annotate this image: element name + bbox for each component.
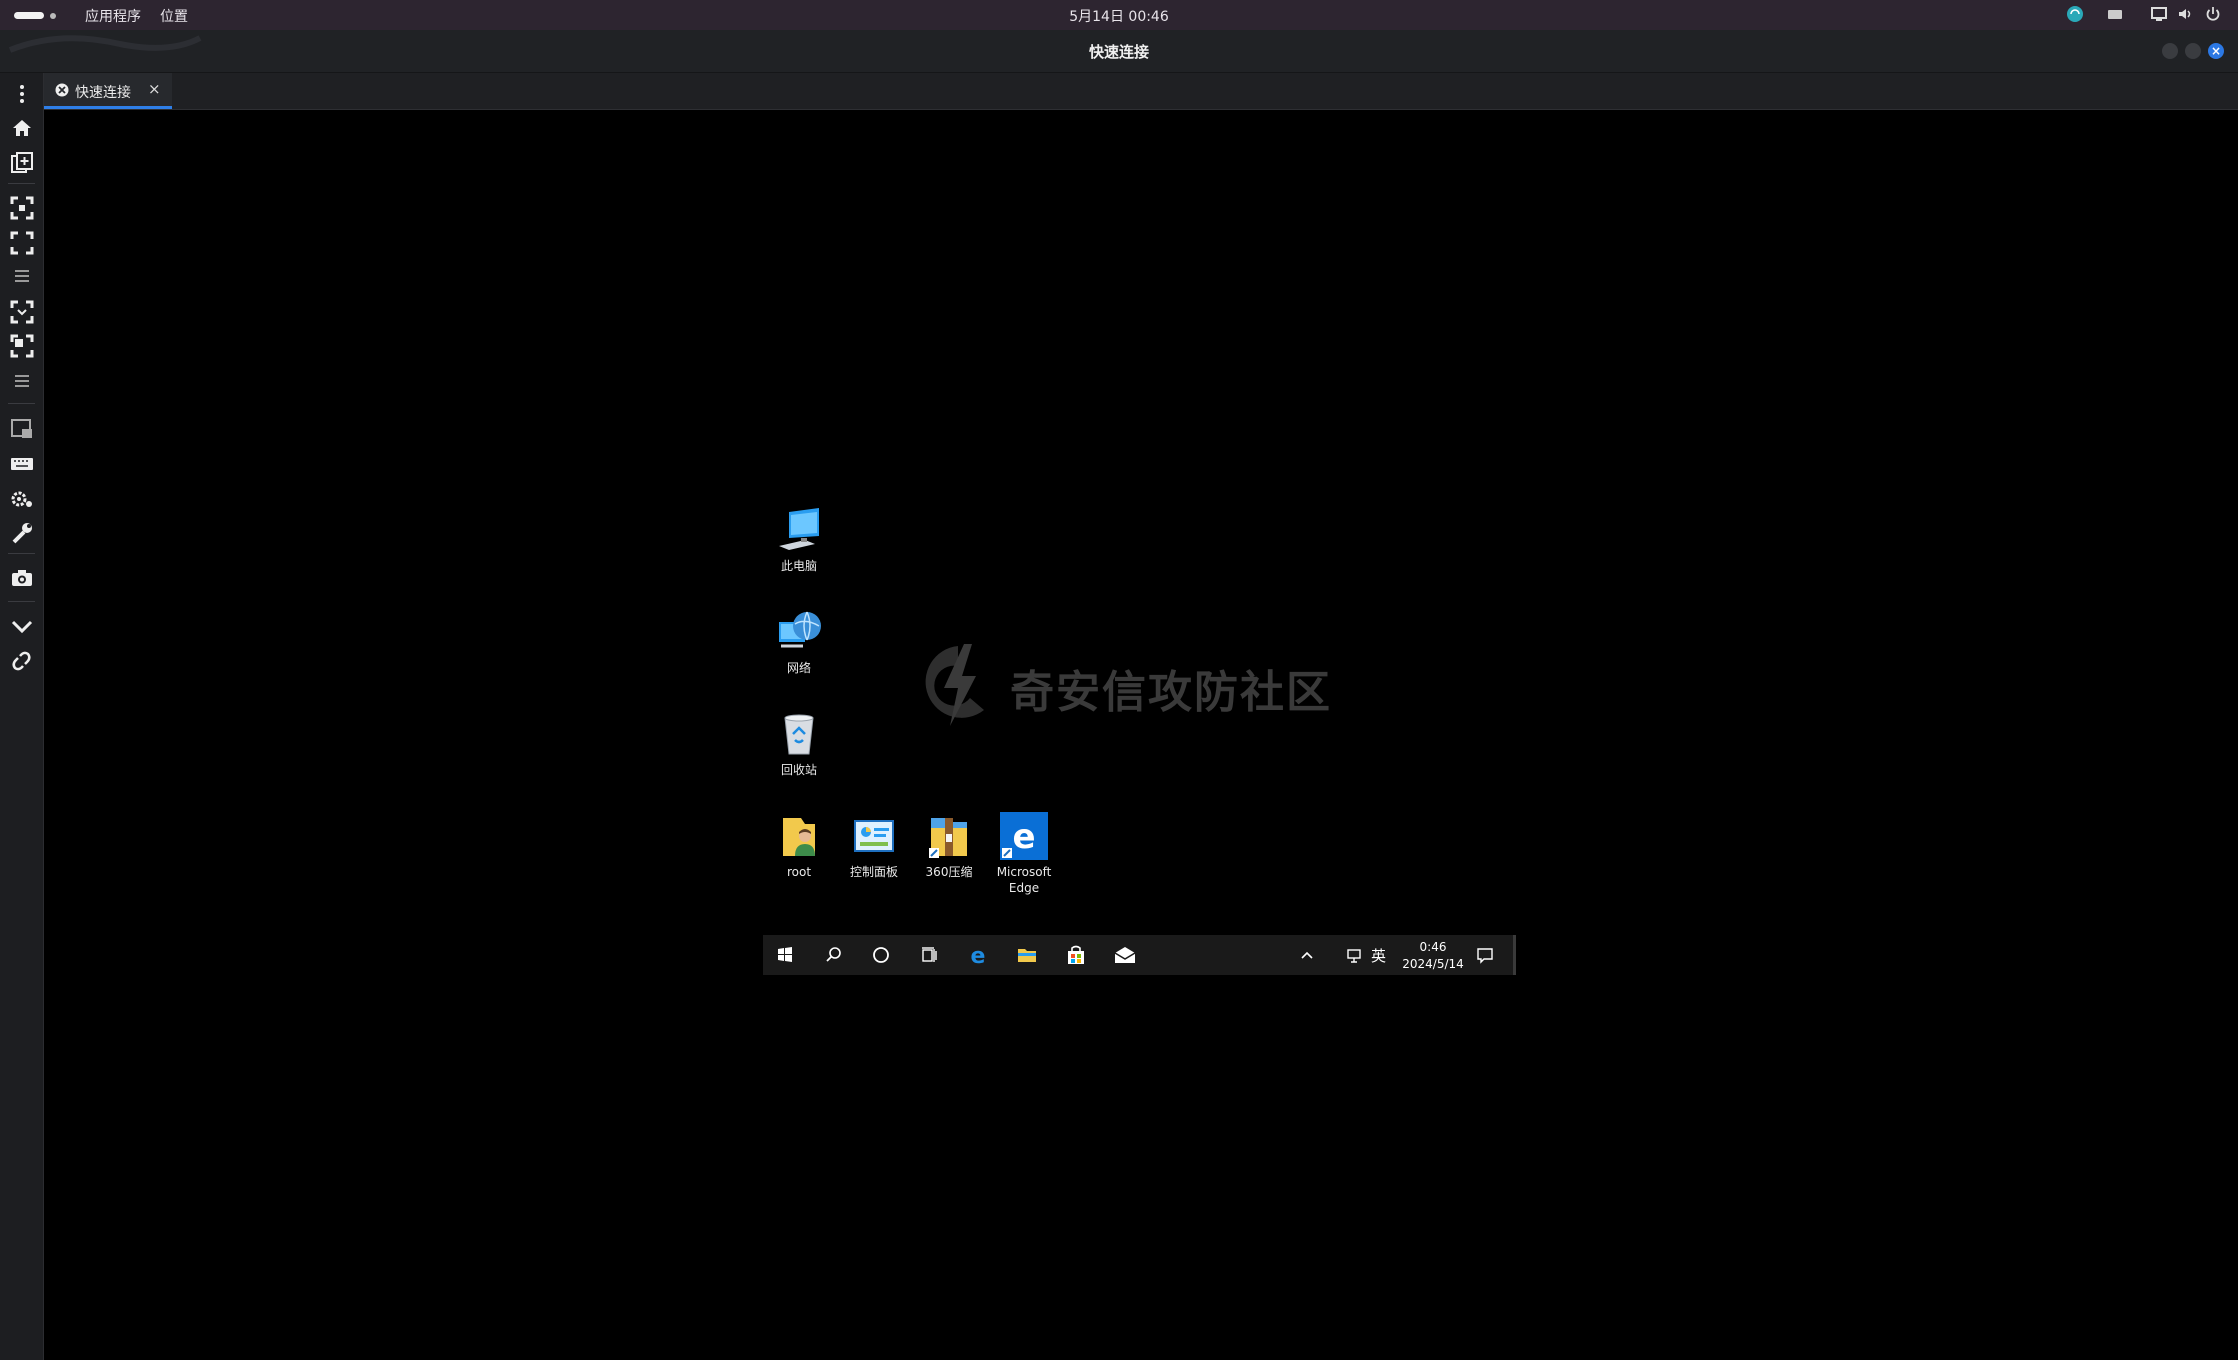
window-title: 快速连接 [1088, 43, 1149, 61]
cortana-icon[interactable] [867, 941, 895, 969]
kebab-menu-icon[interactable] [9, 81, 35, 107]
windows-start-icon[interactable] [771, 941, 799, 969]
watermark-text: 奇安信攻防社区 [1010, 667, 1332, 718]
tools-icon[interactable] [9, 520, 35, 546]
notification-icon[interactable] [1471, 941, 1499, 969]
multi-monitor-icon[interactable] [9, 416, 35, 442]
watermark: 奇安信攻防社区 [918, 640, 1358, 730]
home-icon[interactable] [9, 115, 35, 141]
network-icon [775, 608, 823, 656]
desktop-icon-network[interactable]: 网络 [763, 608, 835, 676]
archive-icon [925, 812, 973, 860]
toolbar-separator [8, 553, 35, 554]
remote-desktop-view[interactable]: 奇安信攻防社区 此电脑 网络 回收站 root 控制面板 360压缩 e Mic… [44, 110, 2238, 1360]
svg-text:e: e [971, 944, 986, 969]
close-button[interactable]: × [2208, 43, 2224, 59]
this-pc-icon [775, 506, 823, 554]
tab-close-button[interactable]: × [148, 80, 161, 98]
menu-lines-icon[interactable] [9, 368, 35, 394]
task-view-icon[interactable] [915, 941, 943, 969]
top-clock[interactable]: 5月14日 00:46 [0, 6, 2238, 26]
mail-icon[interactable] [1111, 941, 1139, 969]
side-toolbar [0, 73, 44, 1360]
connection-icon [55, 83, 69, 97]
collapse-icon[interactable] [9, 613, 35, 639]
settings-icon[interactable] [9, 486, 35, 512]
desktop-icon-recycle-bin[interactable]: 回收站 [763, 710, 835, 778]
edge-taskbar-icon[interactable]: e [964, 941, 992, 969]
desktop-icon-control-panel[interactable]: 控制面板 [838, 812, 910, 880]
taskbar-clock[interactable]: 0:46 2024/5/14 [1395, 939, 1471, 973]
show-hidden-icons-icon[interactable] [1293, 941, 1321, 969]
desktop-icon-this-pc[interactable]: 此电脑 [763, 506, 835, 574]
toolbar-separator [8, 183, 35, 184]
display-icon[interactable] [2150, 5, 2168, 27]
keyboard-icon[interactable] [2106, 5, 2124, 27]
toolbar-separator [8, 403, 35, 404]
maximize-button[interactable] [2185, 43, 2201, 59]
fit-window-icon[interactable] [9, 195, 35, 221]
zoom-expand-icon[interactable] [9, 333, 35, 359]
new-tab-icon[interactable] [9, 150, 35, 176]
show-desktop-button[interactable] [1513, 935, 1516, 975]
toolbar-separator [8, 601, 35, 602]
minimize-button[interactable] [2162, 43, 2178, 59]
tab-quick-connect[interactable]: 快速连接 × [44, 73, 172, 109]
volume-icon[interactable] [2176, 5, 2194, 27]
svg-text:e: e [1012, 817, 1035, 857]
file-explorer-icon[interactable] [1013, 941, 1041, 969]
zoom-fit-icon[interactable] [9, 299, 35, 325]
edge-icon: e [1000, 812, 1048, 860]
control-panel-icon [850, 812, 898, 860]
taskbar-time: 0:46 [1419, 940, 1447, 954]
network-icon[interactable] [2066, 5, 2084, 27]
tab-bar: 快速连接 × [44, 73, 2238, 110]
network-status-icon[interactable] [1341, 941, 1369, 969]
desktop-icon-edge[interactable]: e Microsoft Edge [988, 812, 1060, 896]
desktop-icon-360zip[interactable]: 360压缩 [913, 812, 985, 880]
desktop-icon-root[interactable]: root [763, 812, 835, 880]
user-folder-icon [775, 812, 823, 860]
store-icon[interactable] [1062, 941, 1090, 969]
screenshot-icon[interactable] [9, 565, 35, 591]
system-top-bar: 应用程序 位置 5月14日 00:46 [0, 0, 2238, 30]
menu-lines-icon[interactable] [9, 263, 35, 289]
power-icon[interactable] [2204, 5, 2222, 27]
search-icon[interactable] [819, 941, 847, 969]
windows-taskbar: e 英 0:46 2024/5/14 [763, 935, 1516, 975]
taskbar-date: 2024/5/14 [1402, 957, 1464, 971]
keyboard-icon[interactable] [9, 451, 35, 477]
window-title-bar: 快速连接 × [0, 30, 2238, 73]
lightning-logo-icon [925, 644, 984, 726]
ime-indicator[interactable]: 英 [1371, 945, 1386, 966]
tab-label: 快速连接 [75, 85, 131, 101]
recycle-bin-icon [775, 710, 823, 758]
disconnect-icon[interactable] [9, 648, 35, 674]
fullscreen-icon[interactable] [9, 230, 35, 256]
